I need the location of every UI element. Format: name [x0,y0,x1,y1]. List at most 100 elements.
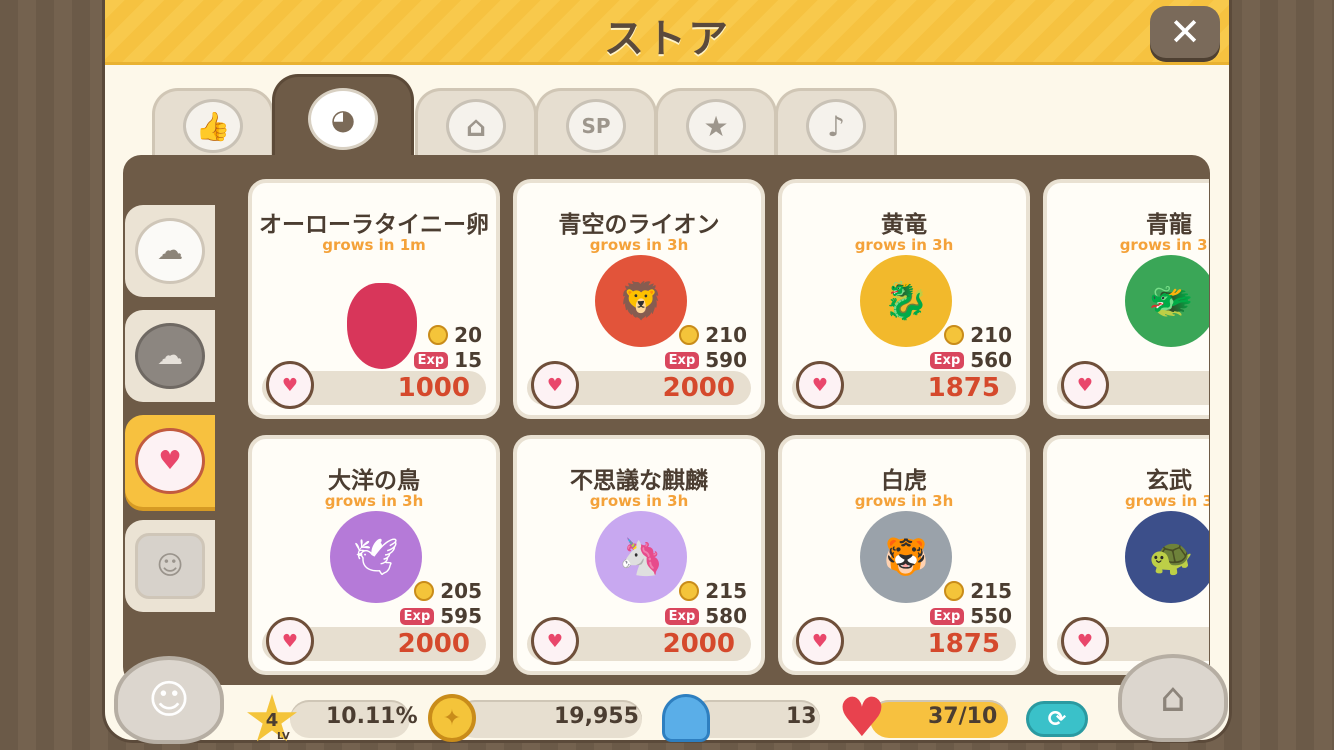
star-icon: ★ [686,99,746,153]
heart-egg-icon: ♥ [1061,617,1109,665]
item-name: 白虎 [881,468,927,494]
coin-icon [944,581,965,601]
side-tab-badge[interactable]: ☺ [125,520,215,612]
item-card[interactable]: 大洋の鳥 grows in 3h 🕊 205 Exp 595 ♥ 2000 [248,435,500,675]
level-progress: 10.11% [326,704,418,729]
item-grow-time: grows in 3h [589,492,689,510]
level-label: LV [277,731,290,742]
tab-recommended[interactable]: 👍 [152,88,274,161]
price-bar: ♥ 1000 [262,361,486,409]
item-price: 1000 [397,373,470,403]
item-card[interactable]: 白虎 grows in 3h 🐯 215 Exp 550 ♥ 1875 [778,435,1030,675]
item-card[interactable]: オーローラタイニー卵 grows in 1m 20 Exp 15 ♥ 1000 [248,179,500,419]
coin-reward: 215 [944,579,1012,603]
coin-count: 19,955 [554,704,639,729]
price-bar: ♥ 1875 [792,361,1016,409]
pet-image: 🐉 [860,255,952,347]
tab-sp[interactable]: SP [535,88,657,161]
shop-house-icon: ⌂ [1160,675,1186,721]
coin-icon [944,325,965,345]
item-price: 2000 [662,373,735,403]
sp-icon: SP [566,99,626,153]
item-card[interactable]: 青龍 grows in 3h 🐲 ♥ [1043,179,1209,419]
item-grid: オーローラタイニー卵 grows in 1m 20 Exp 15 ♥ 1000 青… [246,177,1209,677]
item-grow-time: grows in 3h [854,492,954,510]
exp-icon: Exp [399,607,435,625]
item-price: 1875 [927,629,1000,659]
pet-image: 🐲 [1125,255,1209,347]
pet-image: 🐯 [860,511,952,603]
pet-image: 🦄 [595,511,687,603]
exp-reward: Exp 590 [664,348,747,372]
item-grow-time: grows in 3h [589,236,689,254]
item-grow-time: grows in 1m [322,236,426,254]
egg-image [347,283,417,369]
coin-icon: ✦ [428,694,476,742]
shop-button[interactable]: ⌂ [1118,654,1228,742]
white-sheep-icon: ☁ [135,218,205,284]
item-name: 不思議な麒麟 [570,468,708,494]
item-grow-time: grows in 3h [854,236,954,254]
heart-egg-icon: ♥ [796,361,844,409]
item-price: 2000 [662,629,735,659]
profile-button[interactable]: ☺ [114,656,224,744]
price-bar: ♥ 2000 [262,617,486,665]
coin-icon [414,581,435,601]
tab-bells[interactable]: ♪ [775,88,897,161]
item-card[interactable]: 青空のライオン grows in 3h 🦁 210 Exp 590 ♥ 2000 [513,179,765,419]
tab-animals[interactable]: ◕ [272,74,414,161]
heart-egg-icon: ♥ [1061,361,1109,409]
price-bar: ♥ 2000 [527,361,751,409]
page-title: ストア [604,16,730,62]
exp-icon: Exp [664,351,700,369]
side-tab-eggs[interactable]: ♥ [125,415,215,507]
exp-icon: Exp [929,607,965,625]
coin-icon [679,581,700,601]
exp-reward: Exp 595 [399,604,482,628]
farm-building-icon: ⌂ [446,99,506,153]
coin-icon [428,325,449,345]
item-name: オーローラタイニー卵 [259,212,489,238]
price-bar: ♥ [1057,361,1209,409]
item-price: 1875 [927,373,1000,403]
coin-reward: 20 [428,323,482,347]
close-icon: ✕ [1169,10,1201,54]
tab-buildings[interactable]: ⌂ [415,88,537,161]
exp-reward: Exp 580 [664,604,747,628]
coin-reward: 215 [679,579,747,603]
coin-reward: 210 [944,323,1012,347]
item-card[interactable]: 黄竜 grows in 3h 🐉 210 Exp 560 ♥ 1875 [778,179,1030,419]
side-tab-white-sheep[interactable]: ☁ [125,205,215,297]
thumbs-up-icon: 👍 [183,99,243,153]
coin-reward: 205 [414,579,482,603]
avatar-icon: ☺ [148,677,190,723]
title-bar: ストア ✕ [105,0,1229,65]
refresh-icon: ⟳ [1047,706,1067,732]
exp-reward: Exp 560 [929,348,1012,372]
heart-egg-icon: ♥ [135,428,205,494]
bell-count: 13 [786,704,817,729]
item-card[interactable]: 玄武 grows in 3 🐢 ♥ [1043,435,1209,675]
pet-image: 🐢 [1125,511,1209,603]
pet-image: 🦁 [595,255,687,347]
item-card[interactable]: 不思議な麒麟 grows in 3h 🦄 215 Exp 580 ♥ 2000 [513,435,765,675]
grey-sheep-icon: ☁ [135,323,205,389]
sheep-icon: ◕ [308,88,378,150]
heart-egg-icon: ♥ [531,361,579,409]
exp-icon: Exp [413,351,449,369]
heart-egg-icon: ♥ [796,617,844,665]
exp-icon: Exp [929,351,965,369]
coin-reward: 210 [679,323,747,347]
exp-icon: Exp [664,607,700,625]
bell-icon: ♪ [806,99,866,153]
close-button[interactable]: ✕ [1150,6,1220,58]
tab-special[interactable]: ★ [655,88,777,161]
item-price: 2000 [397,629,470,659]
heart-icon: ♥ [837,686,887,749]
heart-egg-icon: ♥ [531,617,579,665]
side-tab-grey-sheep[interactable]: ☁ [125,310,215,402]
refresh-button[interactable]: ⟳ [1026,701,1088,737]
item-name: 玄武 [1146,468,1192,494]
item-name: 大洋の鳥 [328,468,420,494]
item-name: 黄竜 [881,212,927,238]
